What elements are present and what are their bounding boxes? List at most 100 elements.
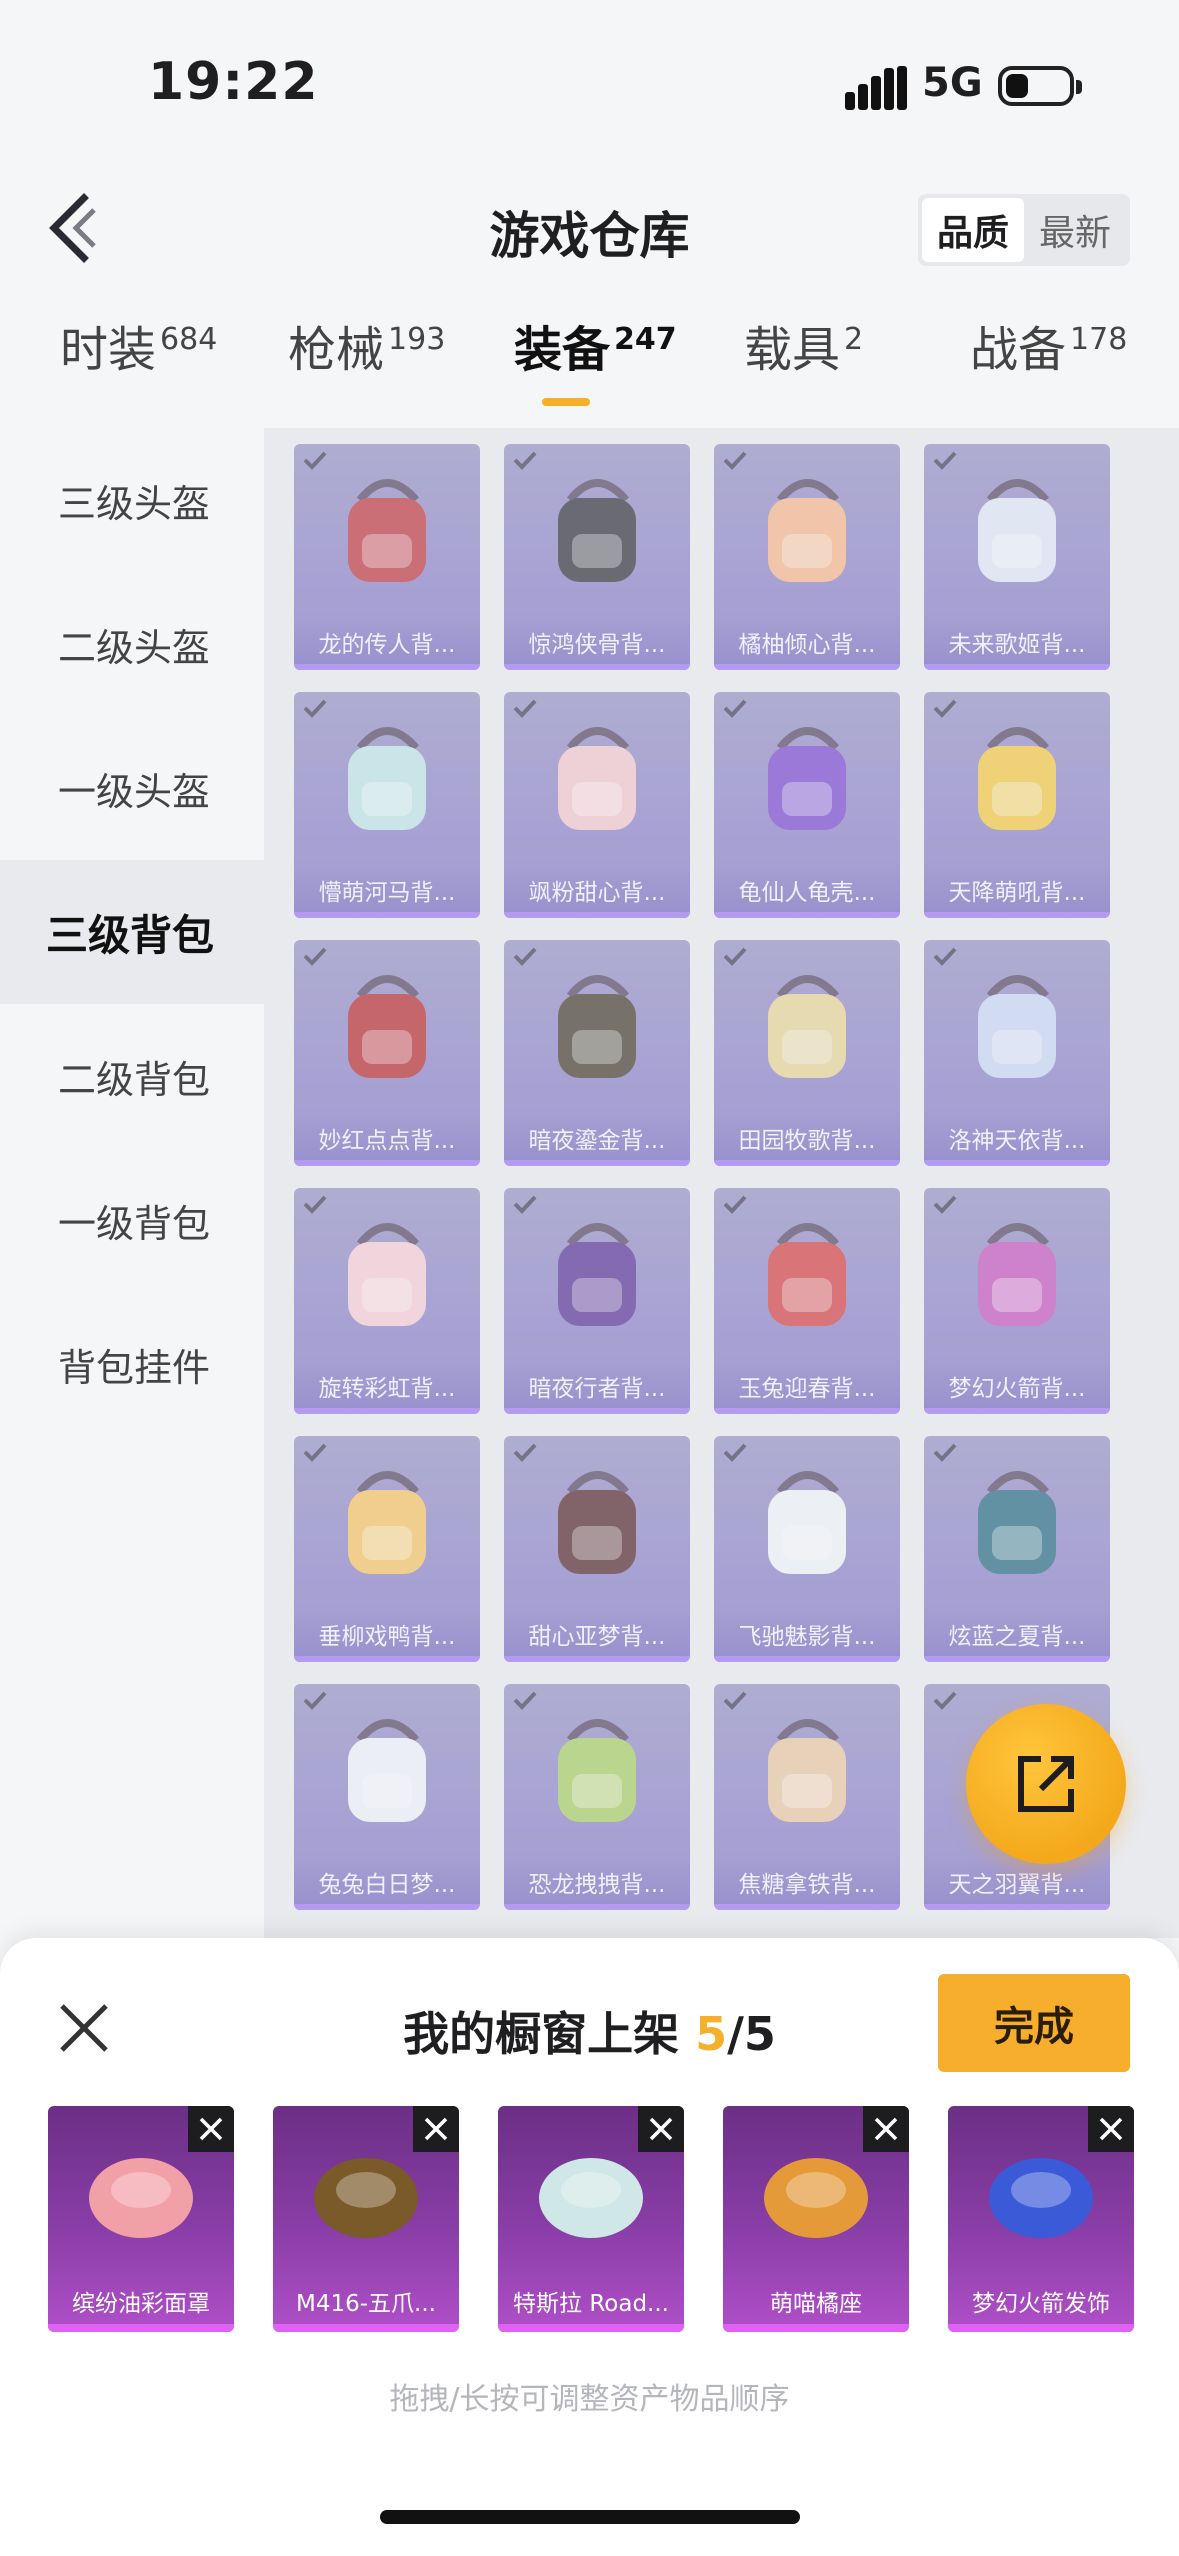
item-card[interactable]: 未来歌姬背... <box>924 443 1110 670</box>
item-card[interactable]: 旋转彩虹背... <box>294 1187 480 1414</box>
rarity-stripe <box>294 1159 480 1166</box>
check-icon <box>303 947 327 966</box>
network-label: 5G <box>922 60 983 106</box>
sidebar-item-backpack-lv3[interactable]: 三级背包 <box>0 860 264 1004</box>
backpack-icon <box>978 478 1056 582</box>
done-button[interactable]: 完成 <box>938 1974 1130 2072</box>
rarity-stripe <box>714 911 900 918</box>
share-button[interactable] <box>966 1704 1126 1864</box>
check-icon <box>933 699 957 718</box>
item-card[interactable]: 洛神天依背... <box>924 939 1110 1166</box>
item-name: 暗夜鎏金背... <box>504 1109 690 1166</box>
close-icon <box>199 2117 223 2141</box>
backpack-icon <box>768 1222 846 1326</box>
showcase-item[interactable]: 缤纷油彩面罩 <box>48 2106 234 2332</box>
battery-icon <box>998 66 1082 106</box>
tab-weapons[interactable]: 枪械 193 <box>288 310 445 420</box>
remove-button[interactable] <box>638 2106 684 2152</box>
item-card[interactable]: 龙的传人背... <box>294 443 480 670</box>
showcase-item[interactable]: M416-五爪... <box>273 2106 459 2332</box>
backpack-icon <box>348 478 426 582</box>
sidebar-item-helmet-lv1[interactable]: 一级头盔 <box>0 716 264 860</box>
item-card[interactable]: 恐龙拽拽背... <box>504 1683 690 1910</box>
item-card[interactable]: 玉兔迎春背... <box>714 1187 900 1414</box>
item-name: 飒粉甜心背... <box>504 861 690 918</box>
check-icon <box>723 947 747 966</box>
home-indicator[interactable] <box>380 2510 800 2524</box>
tab-count: 193 <box>388 322 446 357</box>
rarity-stripe <box>504 1407 690 1414</box>
sidebar-item-backpack-charm[interactable]: 背包挂件 <box>0 1292 264 1436</box>
check-icon <box>513 947 537 966</box>
backpack-icon <box>348 726 426 830</box>
showcase-item-name: 特斯拉 Road... <box>513 2291 669 2317</box>
rarity-stripe <box>714 1903 900 1910</box>
backpack-icon <box>978 726 1056 830</box>
item-card[interactable]: 兔兔白日梦... <box>294 1683 480 1910</box>
item-card[interactable]: 甜心亚梦背... <box>504 1435 690 1662</box>
rarity-stripe <box>504 911 690 918</box>
tab-gear[interactable]: 战备 178 <box>970 310 1127 420</box>
item-thumbnail-icon <box>764 2158 868 2238</box>
sort-quality-button[interactable]: 品质 <box>922 198 1024 262</box>
item-card[interactable]: 田园牧歌背... <box>714 939 900 1166</box>
item-name: 懵萌河马背... <box>294 861 480 918</box>
item-card[interactable]: 妙红点点背... <box>294 939 480 1166</box>
sidebar-item-backpack-lv2[interactable]: 二级背包 <box>0 1004 264 1148</box>
tab-fashion[interactable]: 时装 684 <box>60 310 217 420</box>
item-card[interactable]: 懵萌河马背... <box>294 691 480 918</box>
item-card[interactable]: 焦糖拿铁背... <box>714 1683 900 1910</box>
remove-button[interactable] <box>188 2106 234 2152</box>
backpack-icon <box>978 974 1056 1078</box>
showcase-item[interactable]: 萌喵橘座 <box>723 2106 909 2332</box>
remove-button[interactable] <box>1088 2106 1134 2152</box>
close-icon <box>424 2117 448 2141</box>
item-name: 恐龙拽拽背... <box>504 1853 690 1910</box>
item-card[interactable]: 暗夜鎏金背... <box>504 939 690 1166</box>
item-card[interactable]: 垂柳戏鸭背... <box>294 1435 480 1662</box>
showcase-item-name: 缤纷油彩面罩 <box>72 2291 210 2317</box>
status-bar: 19:22 5G <box>0 0 1179 150</box>
sort-newest-button[interactable]: 最新 <box>1024 198 1126 262</box>
rarity-stripe <box>48 2324 234 2332</box>
tab-vehicles[interactable]: 载具 2 <box>744 310 863 420</box>
backpack-icon <box>768 1470 846 1574</box>
rarity-stripe <box>294 1903 480 1910</box>
rarity-stripe <box>723 2324 909 2332</box>
item-card[interactable]: 暗夜行者背... <box>504 1187 690 1414</box>
item-card[interactable]: 飞驰魅影背... <box>714 1435 900 1662</box>
rarity-stripe <box>924 1159 1110 1166</box>
showcase-count-current: 5 <box>695 2007 728 2061</box>
sidebar-item-helmet-lv2[interactable]: 二级头盔 <box>0 572 264 716</box>
backpack-icon <box>558 974 636 1078</box>
item-card[interactable]: 龟仙人龟壳... <box>714 691 900 918</box>
showcase-item[interactable]: 特斯拉 Road... <box>498 2106 684 2332</box>
sidebar-item-backpack-lv1[interactable]: 一级背包 <box>0 1148 264 1292</box>
item-card[interactable]: 惊鸿侠骨背... <box>504 443 690 670</box>
item-card[interactable]: 飒粉甜心背... <box>504 691 690 918</box>
rarity-stripe <box>273 2324 459 2332</box>
showcase-item[interactable]: 梦幻火箭发饰 <box>948 2106 1134 2332</box>
rarity-stripe <box>294 663 480 670</box>
check-icon <box>933 947 957 966</box>
item-name: 兔兔白日梦... <box>294 1853 480 1910</box>
check-icon <box>303 1443 327 1462</box>
item-card[interactable]: 天降萌吼背... <box>924 691 1110 918</box>
remove-button[interactable] <box>413 2106 459 2152</box>
check-icon <box>513 1691 537 1710</box>
item-card[interactable]: 梦幻火箭背... <box>924 1187 1110 1414</box>
item-card[interactable]: 炫蓝之夏背... <box>924 1435 1110 1662</box>
check-icon <box>933 1195 957 1214</box>
item-name: 焦糖拿铁背... <box>714 1853 900 1910</box>
tab-equipment[interactable]: 装备 247 <box>514 310 677 420</box>
backpack-icon <box>348 1470 426 1574</box>
rarity-stripe <box>924 1655 1110 1662</box>
rarity-stripe <box>924 1903 1110 1910</box>
sidebar-item-helmet-lv3[interactable]: 三级头盔 <box>0 428 264 572</box>
rarity-stripe <box>714 1159 900 1166</box>
tab-active-indicator <box>542 398 590 406</box>
header: 游戏仓库 品质 最新 <box>0 170 1179 290</box>
rarity-stripe <box>498 2324 684 2332</box>
item-card[interactable]: 橘柚倾心背... <box>714 443 900 670</box>
remove-button[interactable] <box>863 2106 909 2152</box>
